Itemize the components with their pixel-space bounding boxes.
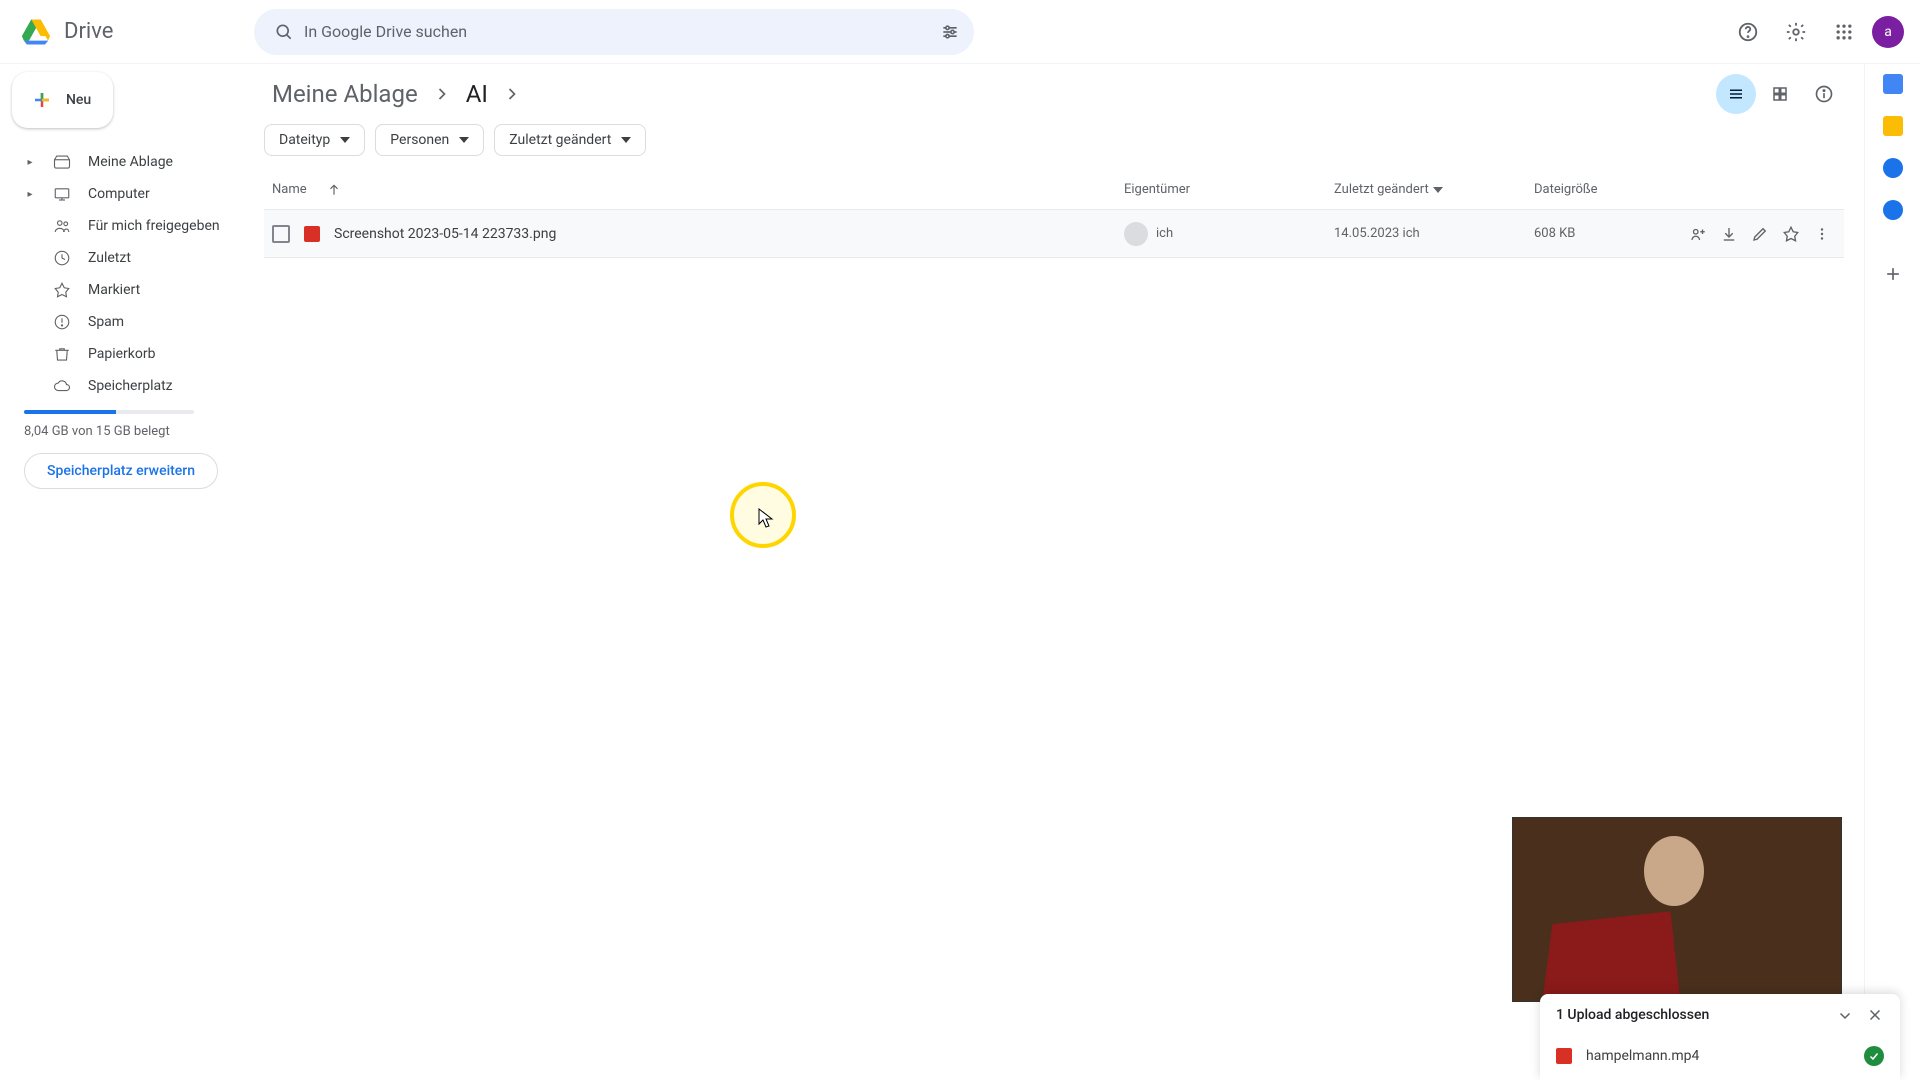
expand-icon: ▸ (24, 189, 36, 200)
app-name: Drive (64, 19, 113, 44)
upload-toast: 1 Upload abgeschlossen hampelmann.mp4 (1540, 994, 1900, 1080)
new-button[interactable]: Neu (12, 72, 113, 128)
account-avatar[interactable]: a (1872, 16, 1904, 48)
collapse-icon[interactable] (1836, 1006, 1854, 1024)
sort-arrow-icon (327, 183, 341, 197)
storage-bar (24, 410, 194, 414)
mydrive-icon (52, 153, 72, 171)
col-owner[interactable]: Eigentümer (1124, 182, 1334, 197)
search-bar[interactable] (254, 9, 974, 55)
filter-chips: Dateityp Personen Zuletzt geändert (264, 124, 1844, 156)
sidebar-item-spam[interactable]: Spam (12, 306, 240, 338)
upload-title: 1 Upload abgeschlossen (1556, 1007, 1709, 1023)
contacts-app-icon[interactable] (1883, 200, 1903, 220)
tasks-app-icon[interactable] (1883, 158, 1903, 178)
col-name[interactable]: Name (272, 182, 1124, 197)
col-size[interactable]: Dateigröße (1534, 182, 1684, 197)
support-icon[interactable] (1728, 12, 1768, 52)
sidebar-item-label: Meine Ablage (88, 154, 173, 170)
add-app-icon[interactable] (1873, 254, 1913, 294)
close-icon[interactable] (1866, 1006, 1884, 1024)
trash-icon (52, 345, 72, 363)
download-icon[interactable] (1715, 218, 1742, 250)
settings-icon[interactable] (1776, 12, 1816, 52)
sidebar-item-computer[interactable]: ▸ Computer (12, 178, 240, 210)
sidebar-item-trash[interactable]: Papierkorb (12, 338, 240, 370)
sidebar-item-shared[interactable]: Für mich freigegeben (12, 210, 240, 242)
sidebar-item-storage[interactable]: Speicherplatz (12, 370, 240, 402)
chevron-right-icon (426, 84, 458, 104)
grid-view-button[interactable] (1760, 74, 1800, 114)
spam-icon (52, 313, 72, 331)
apps-icon[interactable] (1824, 12, 1864, 52)
recent-icon (52, 249, 72, 267)
star-icon[interactable] (1778, 218, 1805, 250)
search-icon (268, 22, 300, 42)
shared-icon (52, 217, 72, 235)
logo-area[interactable]: Drive (16, 12, 254, 52)
table-row[interactable]: Screenshot 2023-05-14 223733.png ich 14.… (264, 210, 1844, 258)
storage-text: 8,04 GB von 15 GB belegt (24, 424, 240, 439)
image-file-icon (304, 226, 320, 242)
sidebar-item-label: Für mich freigegeben (88, 218, 220, 234)
sidebar: Neu ▸ Meine Ablage ▸ Computer Für mich f… (0, 64, 256, 1080)
sidebar-item-label: Computer (88, 186, 150, 202)
calendar-app-icon[interactable] (1883, 74, 1903, 94)
file-owner: ich (1156, 226, 1173, 241)
file-size: 608 KB (1534, 226, 1684, 241)
dropdown-icon (1433, 185, 1443, 195)
header-actions: a (1728, 12, 1904, 52)
sidebar-item-starred[interactable]: Markiert (12, 274, 240, 306)
owner-avatar-icon (1124, 222, 1148, 246)
search-options-icon[interactable] (940, 22, 960, 42)
sidebar-item-label: Spam (88, 314, 124, 330)
upload-filename: hampelmann.mp4 (1586, 1048, 1699, 1064)
list-view-button[interactable] (1716, 74, 1756, 114)
filter-type[interactable]: Dateityp (264, 124, 365, 156)
more-icon[interactable] (1809, 218, 1836, 250)
drive-logo-icon (16, 12, 56, 52)
check-icon (1864, 1046, 1884, 1066)
expand-icon: ▸ (24, 157, 36, 168)
row-checkbox[interactable] (272, 225, 290, 243)
new-button-label: Neu (66, 92, 91, 108)
file-modified: 14.05.2023 ich (1334, 226, 1534, 241)
sidebar-item-label: Zuletzt (88, 250, 131, 266)
edit-icon[interactable] (1746, 218, 1773, 250)
sidebar-item-recent[interactable]: Zuletzt (12, 242, 240, 274)
storage-section: 8,04 GB von 15 GB belegt Speicherplatz e… (12, 410, 240, 489)
keep-app-icon[interactable] (1883, 116, 1903, 136)
upload-item[interactable]: hampelmann.mp4 (1540, 1036, 1900, 1080)
sidebar-item-label: Markiert (88, 282, 140, 298)
details-button[interactable] (1804, 74, 1844, 114)
breadcrumb-root[interactable]: Meine Ablage (264, 76, 426, 112)
col-modified[interactable]: Zuletzt geändert (1334, 182, 1534, 197)
sidebar-item-mydrive[interactable]: ▸ Meine Ablage (12, 146, 240, 178)
star-icon (52, 281, 72, 299)
table-header: Name Eigentümer Zuletzt geändert Dateigr… (264, 170, 1844, 210)
video-file-icon (1556, 1048, 1572, 1064)
header: Drive a (0, 0, 1920, 64)
chevron-right-icon[interactable] (496, 84, 528, 104)
right-rail (1864, 64, 1920, 1080)
expand-storage-button[interactable]: Speicherplatz erweitern (24, 453, 218, 489)
breadcrumb: Meine Ablage AI (264, 64, 1844, 124)
sidebar-item-label: Papierkorb (88, 346, 156, 362)
file-name: Screenshot 2023-05-14 223733.png (334, 226, 556, 242)
webcam-overlay (1512, 817, 1842, 1002)
breadcrumb-current[interactable]: AI (458, 76, 496, 112)
cloud-icon (52, 377, 72, 395)
filter-people[interactable]: Personen (375, 124, 484, 156)
sidebar-item-label: Speicherplatz (88, 378, 173, 394)
share-icon[interactable] (1684, 218, 1711, 250)
computer-icon (52, 185, 72, 203)
search-input[interactable] (304, 22, 940, 41)
filter-modified[interactable]: Zuletzt geändert (494, 124, 646, 156)
